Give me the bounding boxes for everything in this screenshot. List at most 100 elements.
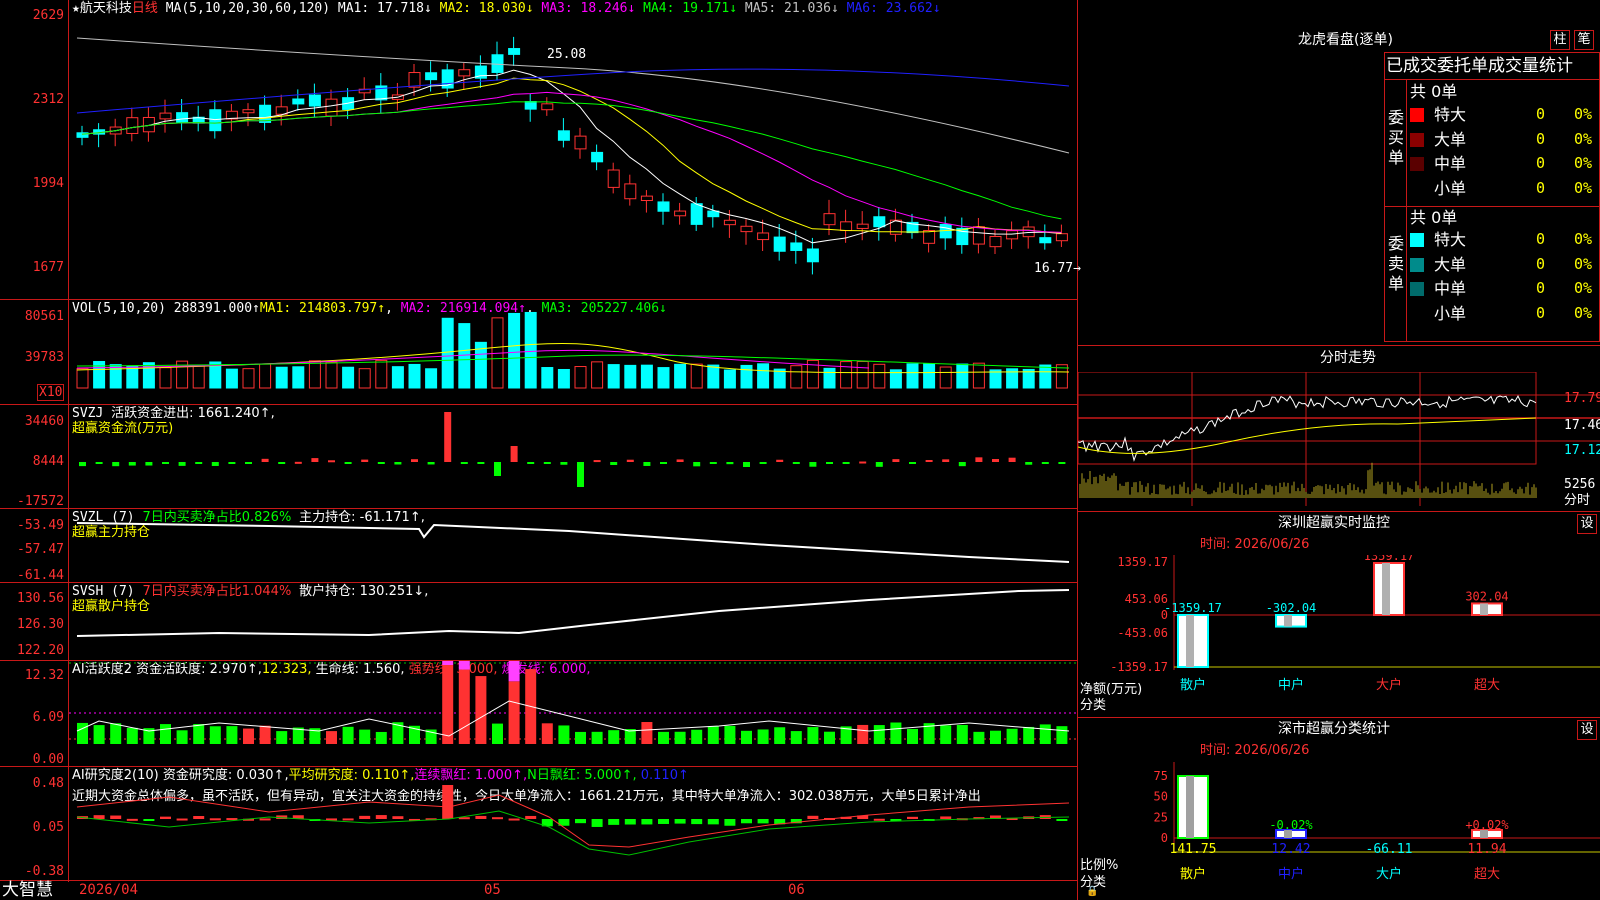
- candle-body: [508, 48, 521, 55]
- low-price-label: 16.77→: [1034, 261, 1081, 276]
- candle-body: [657, 201, 670, 212]
- svzl-ytick: -61.44: [17, 568, 64, 583]
- svzl-chart[interactable]: [69, 509, 1077, 582]
- main-chart-area[interactable]: ★航天科技日线 MA(5,10,20,30,60,120) MA1: 17.71…: [0, 0, 1098, 900]
- candle-body: [757, 232, 770, 241]
- sz-monitor-settings-button[interactable]: 设: [1577, 514, 1597, 534]
- order-count: 0: [1536, 178, 1546, 197]
- ai2-chart[interactable]: [69, 767, 1077, 880]
- activity-bar: [575, 731, 586, 744]
- order-count: 0: [1536, 129, 1546, 148]
- volume-bar: [308, 360, 321, 389]
- volume-bar: [823, 367, 836, 389]
- fenshi-vol-tick: 5256: [1564, 477, 1596, 492]
- svsh-chart[interactable]: [69, 583, 1077, 660]
- sz-monitor-chart[interactable]: 1359.17453.060-453.06-1359.17-1359.17散户-…: [1078, 555, 1600, 715]
- vol-unit-button[interactable]: X10: [37, 384, 65, 401]
- kline-ytick: 2312: [32, 92, 64, 107]
- class-bar-shade: [1186, 776, 1194, 838]
- activity-bar: [160, 724, 171, 744]
- svzj-ytick: 34460: [24, 414, 64, 429]
- ma-value-label: MA1: 17.718↓: [337, 1, 440, 16]
- right-panel: 龙虎看盘(逐单) 柱 笔 已成交委托单成交量统计 委买单 委卖单 共 0单 特大…: [1078, 0, 1600, 900]
- activity-bar: [243, 728, 254, 744]
- ma-value-label: MA4: 19.171↓: [643, 1, 745, 16]
- order-type-label: 中单: [1434, 154, 1467, 173]
- activity-bar: [724, 725, 736, 744]
- candle-body: [209, 109, 222, 132]
- volume-bar: [591, 361, 604, 389]
- candle-body: [873, 216, 886, 228]
- sz-class-chart[interactable]: 75 50 25 0141.75 散户 -0.02% 12.42 中户 -66.11 大户 +0.0…: [1078, 762, 1600, 900]
- sz-monitor-time: 时间: 2026/06/26: [1200, 537, 1310, 552]
- flow-bar: [328, 460, 335, 463]
- class-bar-label: -0.02%: [1269, 818, 1313, 832]
- volume-bar: [109, 364, 122, 389]
- volume-bar: [723, 369, 736, 389]
- activity-bar: [326, 731, 337, 744]
- brand-label: 大智慧: [2, 880, 53, 900]
- ma-line: [76, 68, 1070, 114]
- activity-bar: [707, 726, 719, 744]
- research-bar: [940, 816, 952, 819]
- flow-bar: [892, 459, 900, 462]
- retail-position-line: [76, 589, 1070, 637]
- stock-name[interactable]: 航天科技: [80, 1, 132, 16]
- research-bar: [508, 818, 520, 821]
- research-bar: [93, 815, 105, 819]
- activity-bar: [1023, 726, 1035, 744]
- flow-bar: [195, 462, 203, 464]
- flow-bar: [1058, 462, 1066, 464]
- candle-body: [856, 223, 869, 229]
- order-color-swatch: [1410, 257, 1424, 272]
- research-line: [76, 810, 1070, 856]
- order-color-swatch: [1410, 233, 1424, 247]
- order-count: 0: [1536, 254, 1546, 273]
- order-percent: 0%: [1574, 254, 1593, 273]
- volume-chart[interactable]: [69, 300, 1077, 404]
- intraday-chart[interactable]: [1078, 372, 1600, 508]
- activity-bar: [857, 724, 869, 744]
- research-bar: [658, 819, 669, 824]
- period-label[interactable]: 日线: [132, 1, 158, 16]
- activity-bar: [259, 725, 271, 744]
- activity-bar: [608, 730, 620, 744]
- vol-ytick: 39783: [24, 350, 64, 365]
- flow-bar: [112, 462, 120, 467]
- buy-orders-label: 委买单: [1388, 108, 1405, 167]
- order-color-swatch: [1410, 108, 1424, 122]
- volume-bar: [707, 364, 720, 389]
- candle-body: [1039, 237, 1052, 244]
- flow-bar: [610, 462, 618, 465]
- candle-body: [574, 135, 587, 150]
- column-view-button[interactable]: 柱: [1550, 30, 1570, 50]
- tick-view-button[interactable]: 笔: [1574, 30, 1594, 50]
- svsh-ytick: 122.20: [17, 643, 64, 658]
- sz-class-settings-button[interactable]: 设: [1577, 720, 1597, 740]
- volume-bar: [740, 364, 753, 389]
- class-bar-value: 12.42: [1271, 842, 1310, 857]
- volume-bar: [972, 362, 985, 389]
- svzj-chart[interactable]: [69, 405, 1077, 508]
- flow-bar: [394, 462, 402, 465]
- flow-bar: [792, 462, 800, 464]
- class-bar-label: +0.02%: [1465, 818, 1509, 832]
- star-icon[interactable]: ★: [72, 1, 80, 16]
- order-type-label: 大单: [1434, 254, 1467, 274]
- candle-body: [1006, 230, 1019, 240]
- flow-bar: [477, 462, 485, 464]
- research-bar: [442, 785, 454, 819]
- candle-body: [806, 248, 819, 263]
- activity-bar: [757, 729, 769, 744]
- monitor-bar-shade: [1186, 615, 1194, 667]
- ai1-chart[interactable]: [69, 661, 1077, 766]
- research-bar: [475, 815, 487, 819]
- volume-bar: [375, 359, 388, 389]
- research-bar: [342, 818, 354, 821]
- fenshi-vol-label: 分时: [1564, 493, 1591, 508]
- order-percent: 0%: [1574, 279, 1593, 297]
- class-category-label: 超大: [1474, 867, 1500, 882]
- svzl-ytick: -53.49: [17, 518, 64, 533]
- candle-body: [989, 236, 1002, 248]
- monitor-bar-label: -302.04: [1266, 601, 1317, 615]
